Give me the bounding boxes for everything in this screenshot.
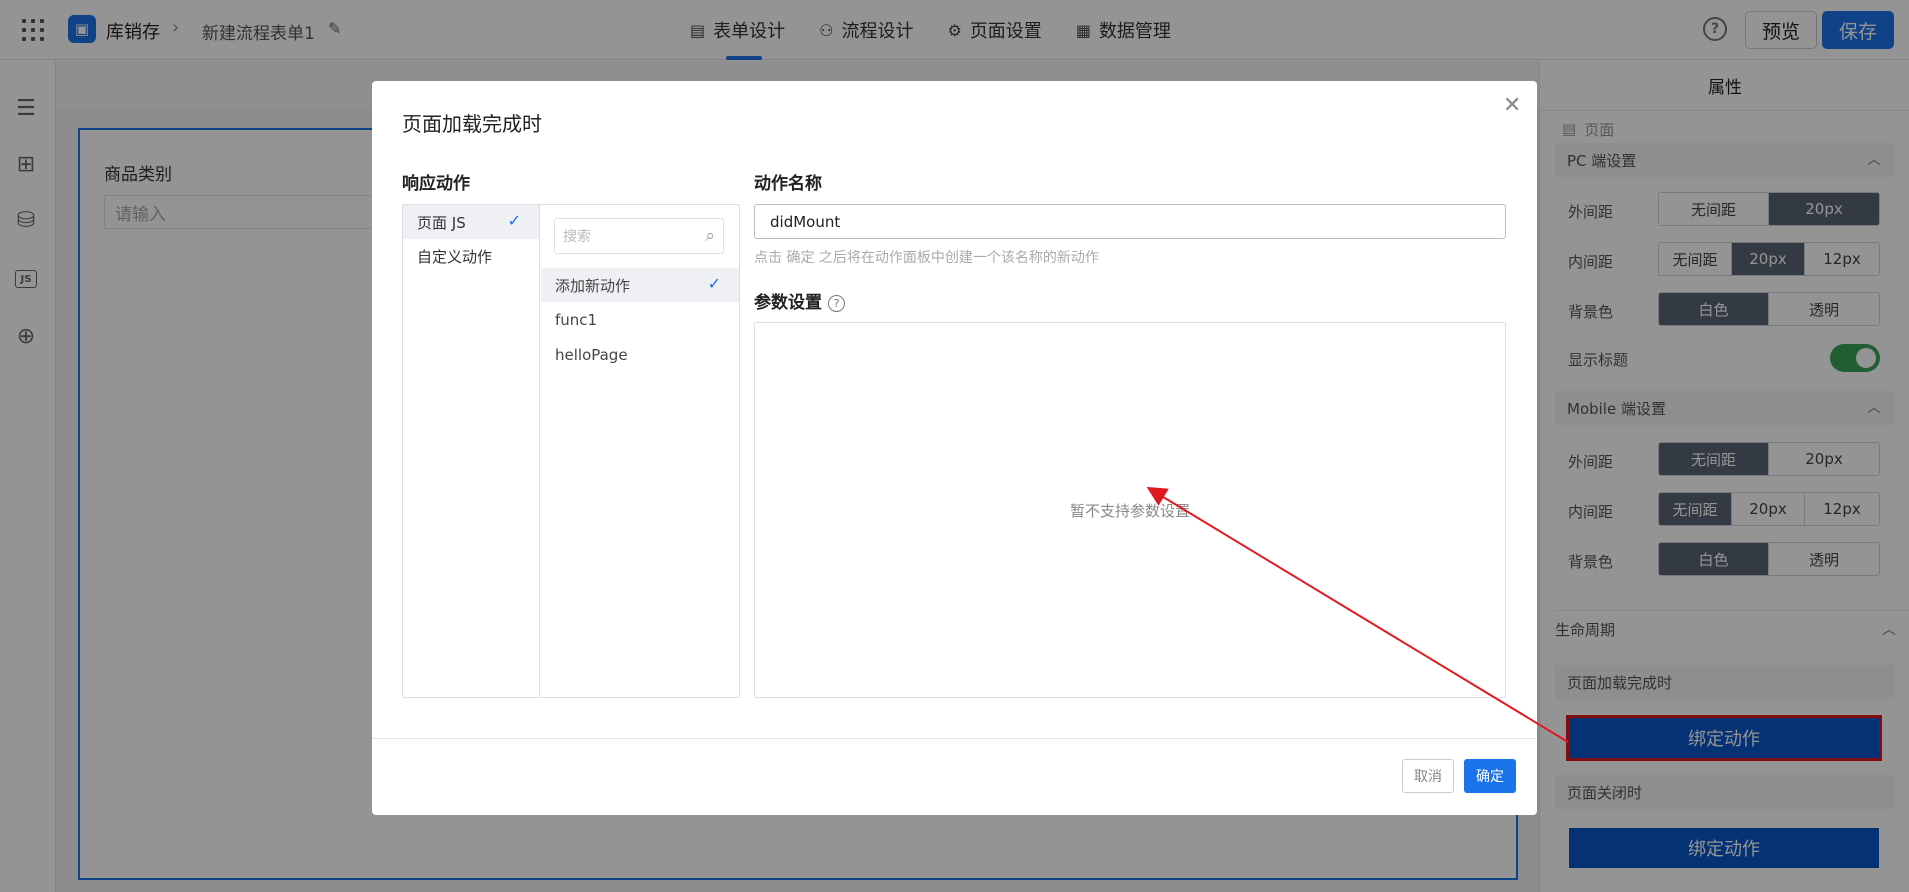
action-name-hint: 点击 确定 之后将在动作面板中创建一个该名称的新动作 [754, 250, 1099, 266]
function-item[interactable]: helloPage [541, 338, 739, 372]
function-item[interactable]: func1 [541, 303, 739, 337]
response-title: 响应动作 [402, 174, 470, 194]
function-add-new[interactable]: 添加新动作 ✓ [541, 268, 739, 302]
action-name-input[interactable]: didMount [754, 204, 1506, 239]
help-icon[interactable]: ? [828, 294, 845, 312]
close-icon[interactable]: ✕ [1503, 93, 1521, 118]
action-picker: 页面 JS ✓ 自定义动作 搜索 ⌕ 添加新动作 ✓ func1 helloPa… [402, 204, 740, 698]
function-label: helloPage [555, 346, 628, 364]
action-name-title: 动作名称 [754, 174, 822, 194]
check-icon: ✓ [707, 274, 721, 293]
param-settings-title: 参数设置? [754, 288, 845, 313]
action-type-custom[interactable]: 自定义动作 [403, 239, 539, 273]
action-type-page-js[interactable]: 页面 JS ✓ [403, 205, 539, 239]
function-label: 添加新动作 [555, 276, 631, 295]
param-title-label: 参数设置 [754, 293, 822, 313]
cancel-button[interactable]: 取消 [1402, 759, 1454, 793]
param-empty-text: 暂不支持参数设置 [1069, 502, 1190, 520]
search-icon: ⌕ [705, 226, 715, 246]
action-type-label: 自定义动作 [417, 247, 493, 266]
action-type-label: 页面 JS [417, 213, 466, 232]
search-placeholder: 搜索 [563, 229, 591, 245]
confirm-button[interactable]: 确定 [1464, 759, 1516, 793]
dialog-footer-divider [372, 738, 1537, 739]
check-icon: ✓ [507, 211, 521, 230]
search-input[interactable]: 搜索 ⌕ [554, 218, 724, 254]
action-dialog: 页面加载完成时 ✕ 响应动作 页面 JS ✓ 自定义动作 搜索 ⌕ 添加新动作 … [372, 81, 1537, 815]
dialog-title: 页面加载完成时 [402, 112, 542, 136]
param-settings-box: 暂不支持参数设置 [754, 322, 1506, 698]
action-type-list: 页面 JS ✓ 自定义动作 [403, 205, 540, 697]
function-label: func1 [555, 311, 598, 329]
